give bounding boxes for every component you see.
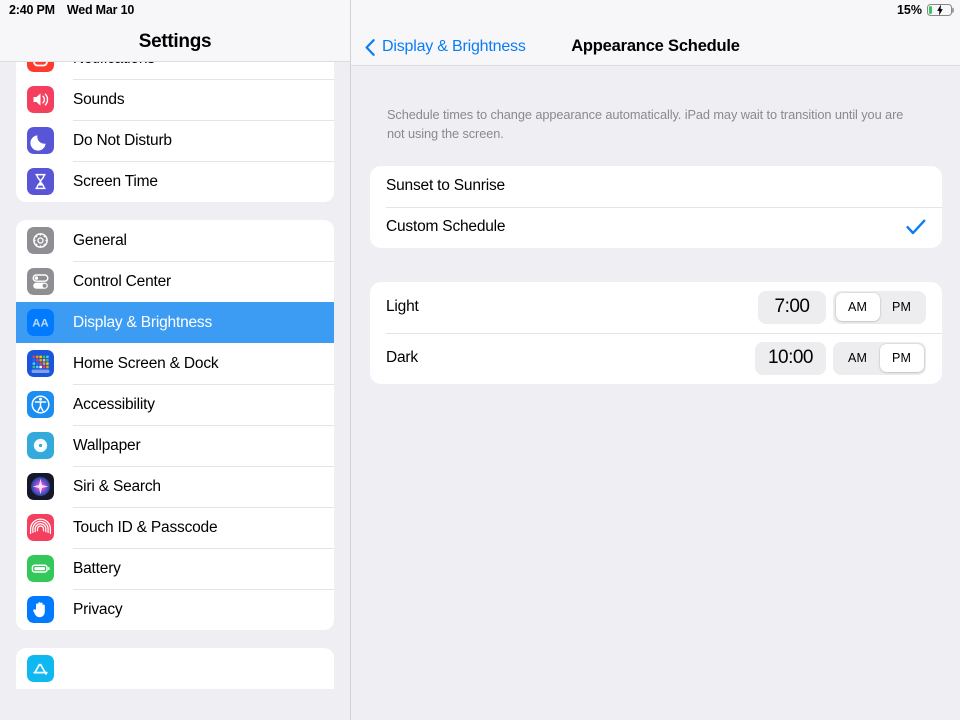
sidebar-item-wallpaper[interactable]: Wallpaper: [16, 425, 334, 466]
sidebar-item-label: Display & Brightness: [73, 313, 213, 331]
sidebar-item-label: Do Not Disturb: [73, 131, 172, 149]
sidebar-item-home-screen-dock[interactable]: Home Screen & Dock: [16, 343, 334, 384]
time-value-field[interactable]: 7:00: [758, 290, 826, 324]
charging-bolt-icon: [936, 4, 943, 16]
do-not-disturb-icon: [27, 127, 54, 154]
time-controls: 7:00 AM PM: [758, 290, 926, 324]
back-button-label: Display & Brightness: [382, 38, 526, 55]
battery-icon: [927, 4, 952, 16]
sidebar-item-app-store[interactable]: [16, 648, 334, 689]
touch-id-passcode-icon: [27, 514, 54, 541]
appearance-mode-card: Sunset to Sunrise Custom Schedule: [370, 165, 942, 248]
sidebar-group: [16, 648, 334, 689]
sidebar-item-label: Battery: [73, 559, 121, 577]
schedule-row-label: Light: [386, 298, 419, 316]
meridiem-segmented-control: AM PM: [833, 341, 926, 375]
meridiem-pm-option[interactable]: PM: [880, 293, 924, 321]
sidebar-item-label: Home Screen & Dock: [73, 354, 219, 372]
accessibility-icon: [27, 391, 54, 418]
schedule-row-label: Dark: [386, 349, 418, 367]
sounds-icon: [27, 86, 54, 113]
back-button[interactable]: Display & Brightness: [365, 38, 526, 56]
sidebar-item-label: Sounds: [73, 90, 125, 108]
sidebar-item-control-center[interactable]: Control Center: [16, 261, 334, 302]
settings-sidebar: Settings NotificationsSoundsDo Not Distu…: [0, 0, 351, 720]
mode-option-label: Custom Schedule: [386, 218, 506, 236]
sidebar-item-label: Touch ID & Passcode: [73, 518, 218, 536]
sidebar-item-display-brightness[interactable]: AA Display & Brightness: [16, 302, 334, 343]
time-controls: 10:00 AM PM: [754, 341, 926, 375]
app-store-icon: [27, 655, 54, 682]
general-gear-icon: [27, 227, 54, 254]
meridiem-am-option[interactable]: AM: [835, 293, 880, 322]
wallpaper-icon: [27, 432, 54, 459]
sidebar-item-label: Siri & Search: [73, 477, 161, 495]
sidebar-item-general[interactable]: General: [16, 220, 334, 261]
sidebar-item-label: Wallpaper: [73, 436, 141, 454]
sidebar-item-screen-time[interactable]: Screen Time: [16, 161, 334, 202]
control-center-icon: [27, 268, 54, 295]
battery-percent-label: 15%: [896, 3, 922, 17]
meridiem-pm-option[interactable]: PM: [879, 344, 924, 373]
home-screen-dock-icon: [27, 350, 54, 377]
page-title: Settings: [138, 31, 212, 52]
sidebar-item-accessibility[interactable]: Accessibility: [16, 384, 334, 425]
sidebar-item-sounds[interactable]: Sounds: [16, 79, 334, 120]
schedule-times-card: Light 7:00 AM PM Dark 10:00 AM PM: [370, 281, 942, 384]
mode-option-label: Sunset to Sunrise: [386, 177, 505, 195]
privacy-hand-icon: [27, 596, 54, 623]
mode-option-sunset-to-sunrise[interactable]: Sunset to Sunrise: [370, 166, 942, 207]
sidebar-item-privacy[interactable]: Privacy: [16, 589, 334, 630]
checkmark-icon: [906, 219, 926, 235]
meridiem-segmented-control: AM PM: [833, 290, 926, 324]
time-value-field[interactable]: 10:00: [754, 341, 826, 375]
schedule-description: Schedule times to change appearance auto…: [387, 107, 904, 141]
siri-search-icon: [27, 473, 54, 500]
sidebar-item-label: General: [73, 231, 127, 249]
display-brightness-icon: AA: [27, 309, 54, 336]
meridiem-am-option[interactable]: AM: [836, 344, 880, 372]
detail-pane: Display & Brightness Appearance Schedule…: [351, 0, 960, 720]
chevron-left-icon: [365, 38, 375, 56]
schedule-row-dark: Dark 10:00 AM PM: [370, 332, 942, 384]
status-bar-right: 15%: [897, 3, 960, 17]
status-time: 2:40 PM: [9, 3, 55, 17]
sidebar-item-label: Screen Time: [73, 172, 158, 190]
sidebar-group: General Control Center AA Display & Brightn…: [16, 220, 334, 630]
schedule-row-light: Light 7:00 AM PM: [370, 282, 942, 333]
sidebar-item-label: Privacy: [73, 600, 123, 618]
battery-fill: [929, 6, 933, 14]
battery-icon: [27, 555, 54, 582]
sidebar-item-do-not-disturb[interactable]: Do Not Disturb: [16, 120, 334, 161]
status-bar: 2:40 PM Wed Mar 10 15%: [0, 0, 960, 20]
sidebar-item-siri-search[interactable]: Siri & Search: [16, 466, 334, 507]
svg-text:AA: AA: [32, 318, 48, 330]
sidebar-scroll-area[interactable]: NotificationsSoundsDo Not DisturbScreen …: [0, 38, 350, 720]
sidebar-item-touch-id-passcode[interactable]: Touch ID & Passcode: [16, 507, 334, 548]
sidebar-item-battery[interactable]: Battery: [16, 548, 334, 589]
sidebar-item-label: Accessibility: [73, 395, 155, 413]
detail-body: Schedule times to change appearance auto…: [351, 66, 960, 720]
status-bar-left: 2:40 PM Wed Mar 10: [0, 3, 134, 17]
screen-time-icon: [27, 168, 54, 195]
status-date: Wed Mar 10: [66, 3, 135, 17]
sidebar-group: NotificationsSoundsDo Not DisturbScreen …: [16, 38, 334, 202]
mode-option-custom-schedule[interactable]: Custom Schedule: [370, 206, 942, 248]
sidebar-item-label: Control Center: [73, 272, 171, 290]
